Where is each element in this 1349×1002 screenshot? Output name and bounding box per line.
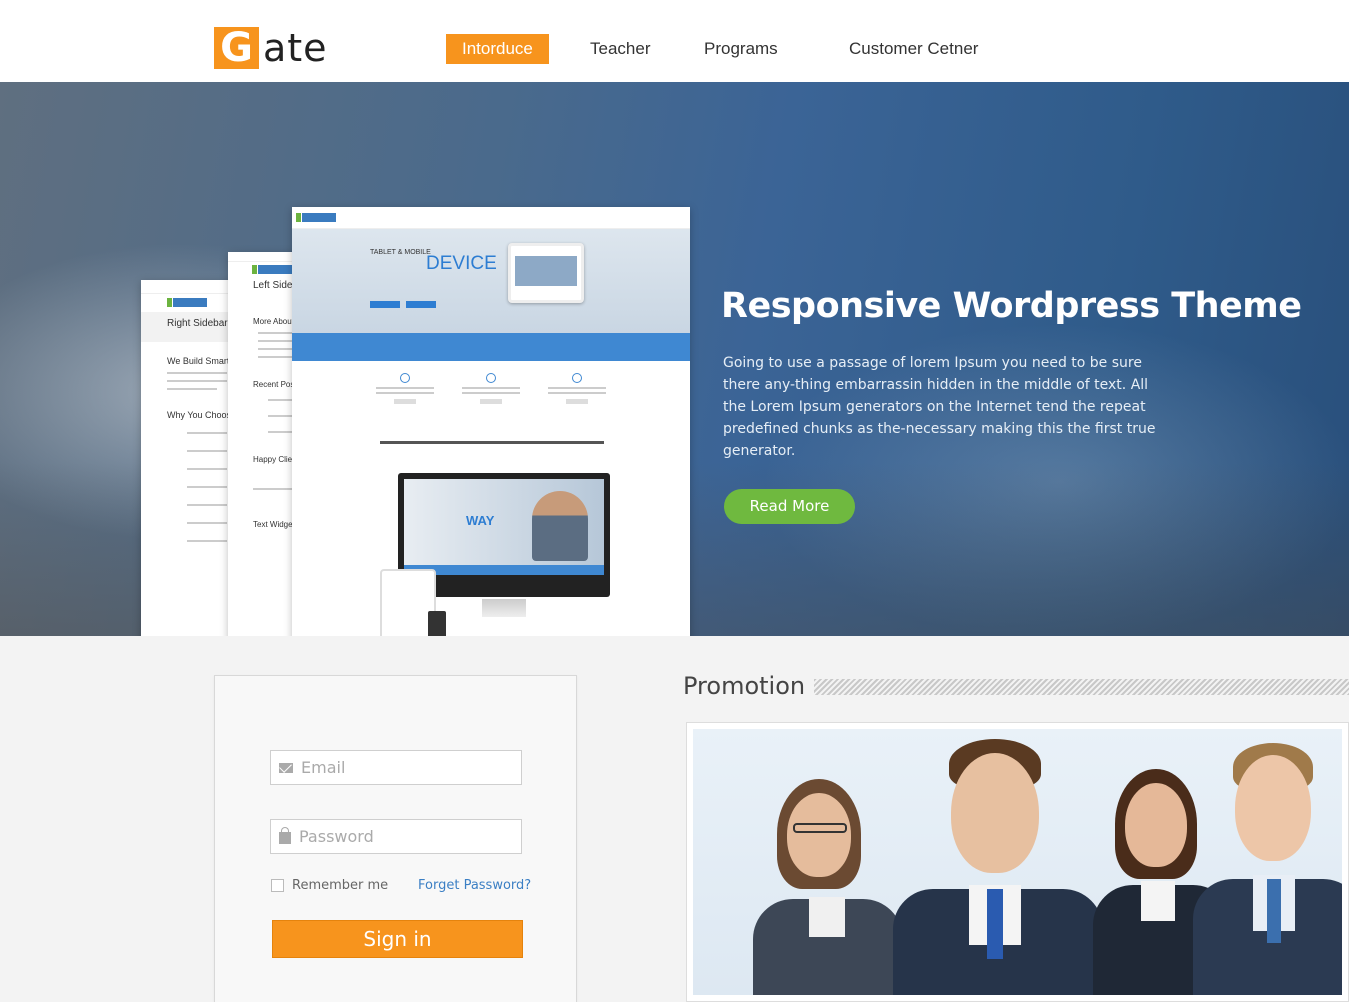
login-panel: Remember me Forget Password? Sign in — [214, 675, 577, 1002]
promotion-title: Promotion — [683, 672, 806, 700]
lock-icon — [279, 827, 291, 844]
read-more-button[interactable]: Read More — [724, 489, 855, 524]
remember-label: Remember me — [292, 878, 389, 893]
mockup-logo — [296, 213, 336, 222]
logo-letter: G — [214, 25, 259, 71]
remember-me[interactable]: Remember me — [271, 878, 388, 893]
person-figure — [1193, 743, 1342, 995]
mockup-tablet — [508, 243, 584, 303]
mockup-way-word: WAY — [466, 513, 495, 528]
promotion-divider — [814, 679, 1349, 695]
mockup-page-home: TABLET & MOBILE DEVICE WAY — [292, 207, 690, 636]
person-figure — [893, 739, 1103, 995]
nav-item-programs[interactable]: Programs — [704, 34, 778, 64]
email-input[interactable] — [301, 758, 511, 777]
sign-in-button[interactable]: Sign in — [272, 920, 523, 958]
password-input[interactable] — [299, 827, 509, 846]
nav-item-teacher[interactable]: Teacher — [590, 34, 650, 64]
hero-description: Going to use a passage of lorem Ipsum yo… — [723, 355, 1156, 459]
promotion-image-frame — [686, 722, 1349, 1002]
nav-item-customer-center[interactable]: Customer Cetner — [849, 34, 978, 64]
person-figure — [753, 779, 913, 995]
site-logo[interactable]: G ate — [214, 25, 328, 71]
password-field[interactable] — [270, 819, 522, 854]
hero-title: Responsive Wordpress Theme — [721, 286, 1302, 326]
email-field[interactable] — [270, 750, 522, 785]
remember-checkbox[interactable] — [271, 879, 284, 892]
mockup-phone — [428, 611, 446, 636]
forgot-password-link[interactable]: Forget Password? — [418, 878, 531, 893]
mockup-logo — [167, 298, 207, 307]
mockup-device-word: DEVICE — [426, 253, 497, 274]
site-header: G ate Intorduce Teacher Programs Custome… — [0, 0, 1349, 82]
mockup-person — [532, 491, 588, 561]
mail-icon — [279, 762, 293, 773]
mockup-logo — [252, 265, 292, 274]
mockup-strip — [292, 333, 690, 361]
logo-text: ate — [263, 26, 328, 70]
promotion-image[interactable] — [693, 729, 1342, 995]
nav-item-intorduce[interactable]: Intorduce — [446, 34, 549, 64]
mockup-banner: TABLET & MOBILE DEVICE — [292, 229, 690, 333]
hero-banner: Right Sidebar We Build Smarter Why You C… — [0, 82, 1349, 636]
